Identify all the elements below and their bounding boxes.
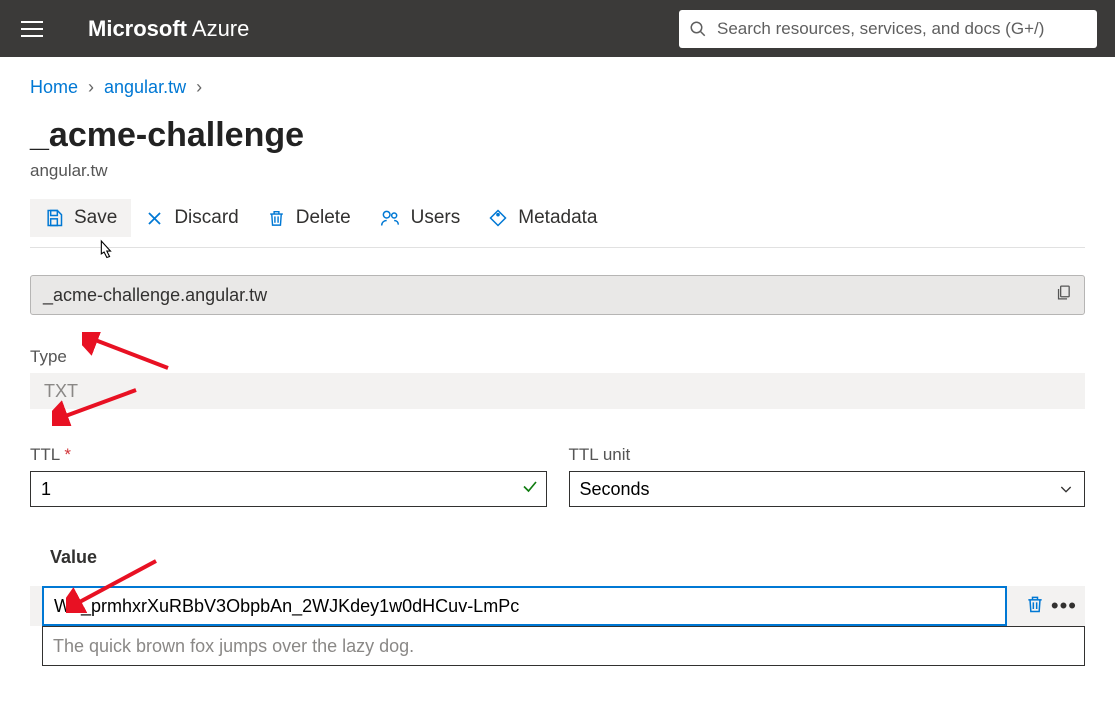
type-field: TXT bbox=[30, 373, 1085, 409]
close-icon bbox=[145, 209, 164, 228]
trash-icon bbox=[267, 208, 286, 228]
ttl-unit-select[interactable]: Seconds bbox=[569, 471, 1086, 507]
save-label: Save bbox=[74, 207, 117, 229]
brand-suffix: Azure bbox=[187, 16, 249, 41]
users-icon bbox=[379, 208, 401, 228]
breadcrumb-parent[interactable]: angular.tw bbox=[104, 77, 186, 98]
chevron-down-icon bbox=[1058, 481, 1074, 497]
brand-prefix: Microsoft bbox=[88, 16, 187, 41]
delete-value-button[interactable] bbox=[1025, 593, 1045, 620]
breadcrumb: Home › angular.tw › bbox=[30, 77, 1085, 98]
page-subtitle: angular.tw bbox=[30, 161, 1085, 181]
search-icon bbox=[689, 20, 707, 38]
breadcrumb-home[interactable]: Home bbox=[30, 77, 78, 98]
value-label: Value bbox=[50, 547, 1085, 568]
record-name-field: _acme-challenge.angular.tw bbox=[30, 275, 1085, 315]
metadata-label: Metadata bbox=[518, 207, 597, 229]
delete-button[interactable]: Delete bbox=[253, 199, 365, 237]
discard-label: Discard bbox=[174, 207, 238, 229]
value-input-0[interactable] bbox=[42, 586, 1007, 626]
save-button[interactable]: Save bbox=[30, 199, 131, 237]
brand-logo[interactable]: Microsoft Azure bbox=[88, 16, 249, 42]
copy-button[interactable] bbox=[1055, 283, 1072, 307]
search-placeholder: Search resources, services, and docs (G+… bbox=[717, 19, 1044, 39]
ttl-unit-value: Seconds bbox=[580, 479, 650, 500]
page-title: _acme-challenge bbox=[30, 116, 1085, 155]
users-label: Users bbox=[411, 207, 461, 229]
ttl-unit-label: TTL unit bbox=[569, 445, 1086, 465]
tag-icon bbox=[488, 208, 508, 228]
top-bar: Microsoft Azure Search resources, servic… bbox=[0, 0, 1115, 57]
ttl-label: TTL * bbox=[30, 445, 547, 465]
chevron-right-icon: › bbox=[196, 77, 202, 98]
more-actions-button[interactable]: ••• bbox=[1051, 593, 1077, 619]
value-input-1[interactable] bbox=[42, 626, 1085, 666]
checkmark-icon bbox=[521, 478, 539, 501]
value-row bbox=[30, 626, 1085, 666]
command-bar: Save Discard Delete Users Metadata bbox=[30, 199, 1085, 248]
delete-label: Delete bbox=[296, 207, 351, 229]
metadata-button[interactable]: Metadata bbox=[474, 199, 611, 237]
global-search-input[interactable]: Search resources, services, and docs (G+… bbox=[679, 10, 1097, 48]
copy-icon bbox=[1055, 283, 1072, 302]
record-name-value: _acme-challenge.angular.tw bbox=[43, 285, 267, 306]
ttl-input[interactable] bbox=[30, 471, 547, 507]
save-icon bbox=[44, 208, 64, 228]
chevron-right-icon: › bbox=[88, 77, 94, 98]
hamburger-menu[interactable] bbox=[12, 9, 52, 49]
users-button[interactable]: Users bbox=[365, 199, 475, 237]
type-label: Type bbox=[30, 347, 1085, 367]
value-row: ••• bbox=[30, 586, 1085, 626]
discard-button[interactable]: Discard bbox=[131, 199, 252, 237]
trash-icon bbox=[1025, 593, 1045, 615]
